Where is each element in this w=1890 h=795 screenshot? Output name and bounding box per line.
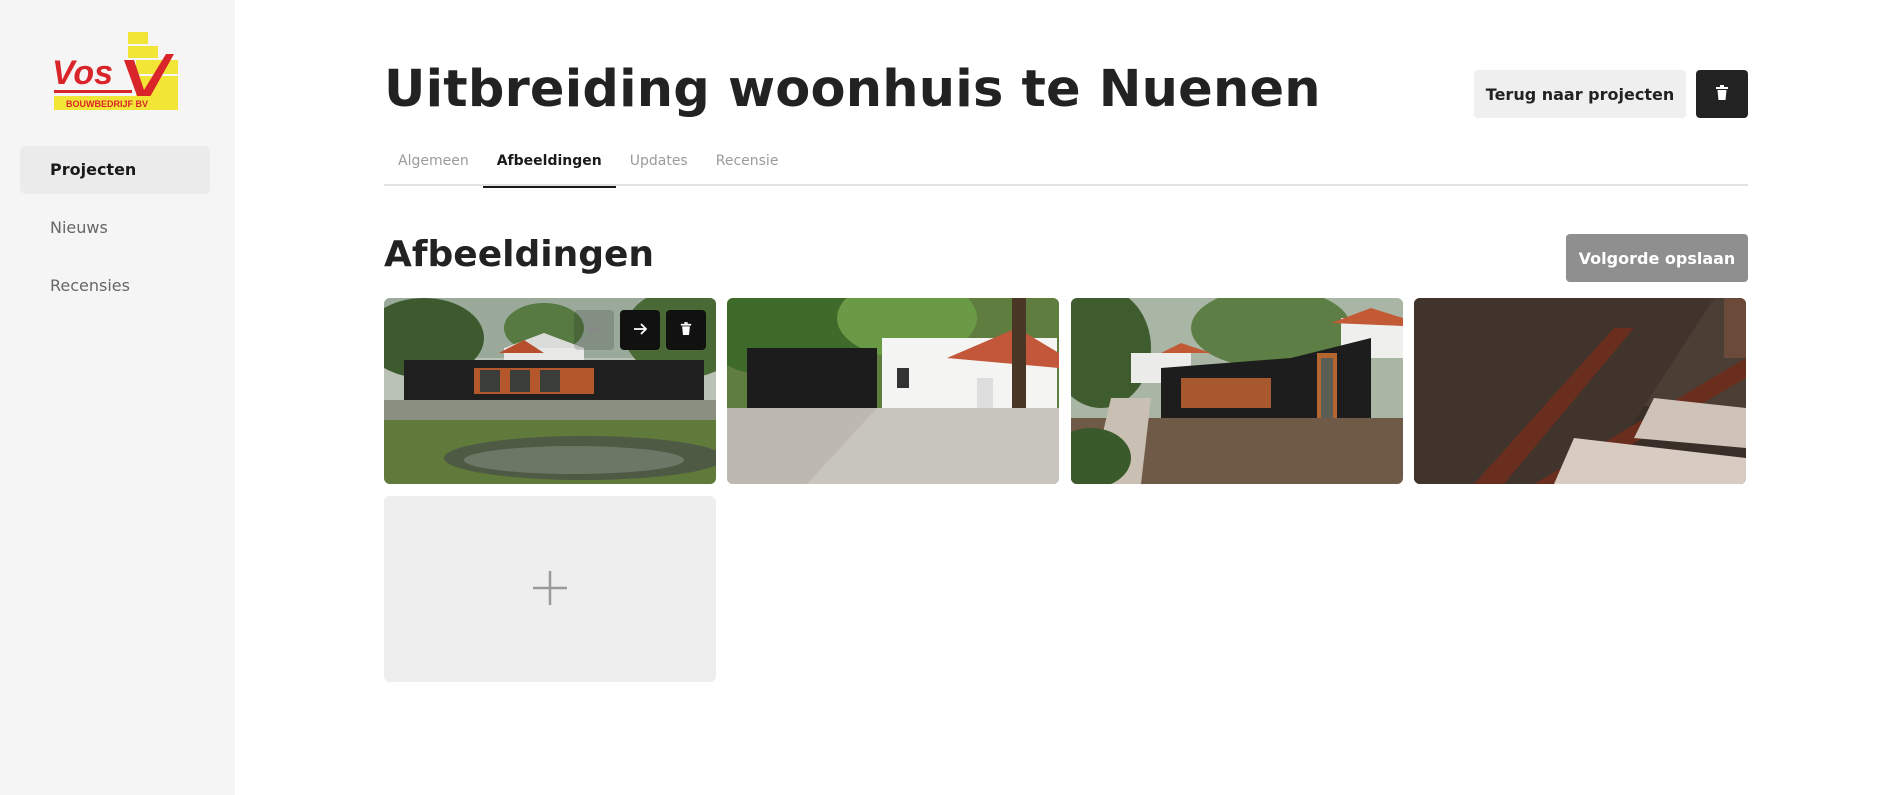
arrow-left-icon xyxy=(586,321,601,340)
delete-project-button[interactable] xyxy=(1696,70,1748,118)
move-left-button[interactable] xyxy=(574,310,614,350)
gallery-image-2[interactable] xyxy=(727,298,1059,484)
gallery-image-3[interactable] xyxy=(1071,298,1403,484)
move-right-button[interactable] xyxy=(620,310,660,350)
trash-icon xyxy=(680,321,692,340)
trash-icon xyxy=(1715,84,1729,104)
roof-beams-photo xyxy=(1414,298,1746,484)
gallery-image-4[interactable] xyxy=(1414,298,1746,484)
tab-recensie[interactable]: Recensie xyxy=(702,142,793,186)
image-controls xyxy=(574,310,712,350)
company-logo[interactable]: Vos BOUWBEDRIJF BV xyxy=(52,30,178,112)
gallery-image-1[interactable] xyxy=(384,298,716,484)
extension-garden-photo xyxy=(1071,298,1403,484)
back-to-projects-button[interactable]: Terug naar projecten xyxy=(1474,70,1686,118)
sidebar-nav: Projecten Nieuws Recensies xyxy=(20,146,210,320)
save-order-button[interactable]: Volgorde opslaan xyxy=(1566,234,1748,282)
tab-afbeeldingen[interactable]: Afbeeldingen xyxy=(482,142,616,188)
page-title: Uitbreiding woonhuis te Nuenen xyxy=(384,60,1321,119)
tab-algemeen[interactable]: Algemeen xyxy=(384,142,483,186)
tab-bar: Algemeen Afbeeldingen Updates Recensie xyxy=(384,142,1748,188)
svg-text:Vos: Vos xyxy=(52,54,113,92)
tab-updates[interactable]: Updates xyxy=(616,142,702,186)
plus-icon xyxy=(531,569,569,610)
delete-image-button[interactable] xyxy=(666,310,706,350)
section-title: Afbeeldingen xyxy=(384,234,655,275)
svg-text:BOUWBEDRIJF BV: BOUWBEDRIJF BV xyxy=(66,99,148,109)
add-image-button[interactable] xyxy=(384,496,716,682)
sidebar-item-projecten[interactable]: Projecten xyxy=(20,146,210,194)
white-house-photo xyxy=(727,298,1059,484)
sidebar: Vos BOUWBEDRIJF BV Projecten Nieuws Rece… xyxy=(0,0,235,795)
sidebar-item-nieuws[interactable]: Nieuws xyxy=(20,204,210,252)
sidebar-item-recensies[interactable]: Recensies xyxy=(20,262,210,310)
arrow-right-icon xyxy=(633,321,648,340)
